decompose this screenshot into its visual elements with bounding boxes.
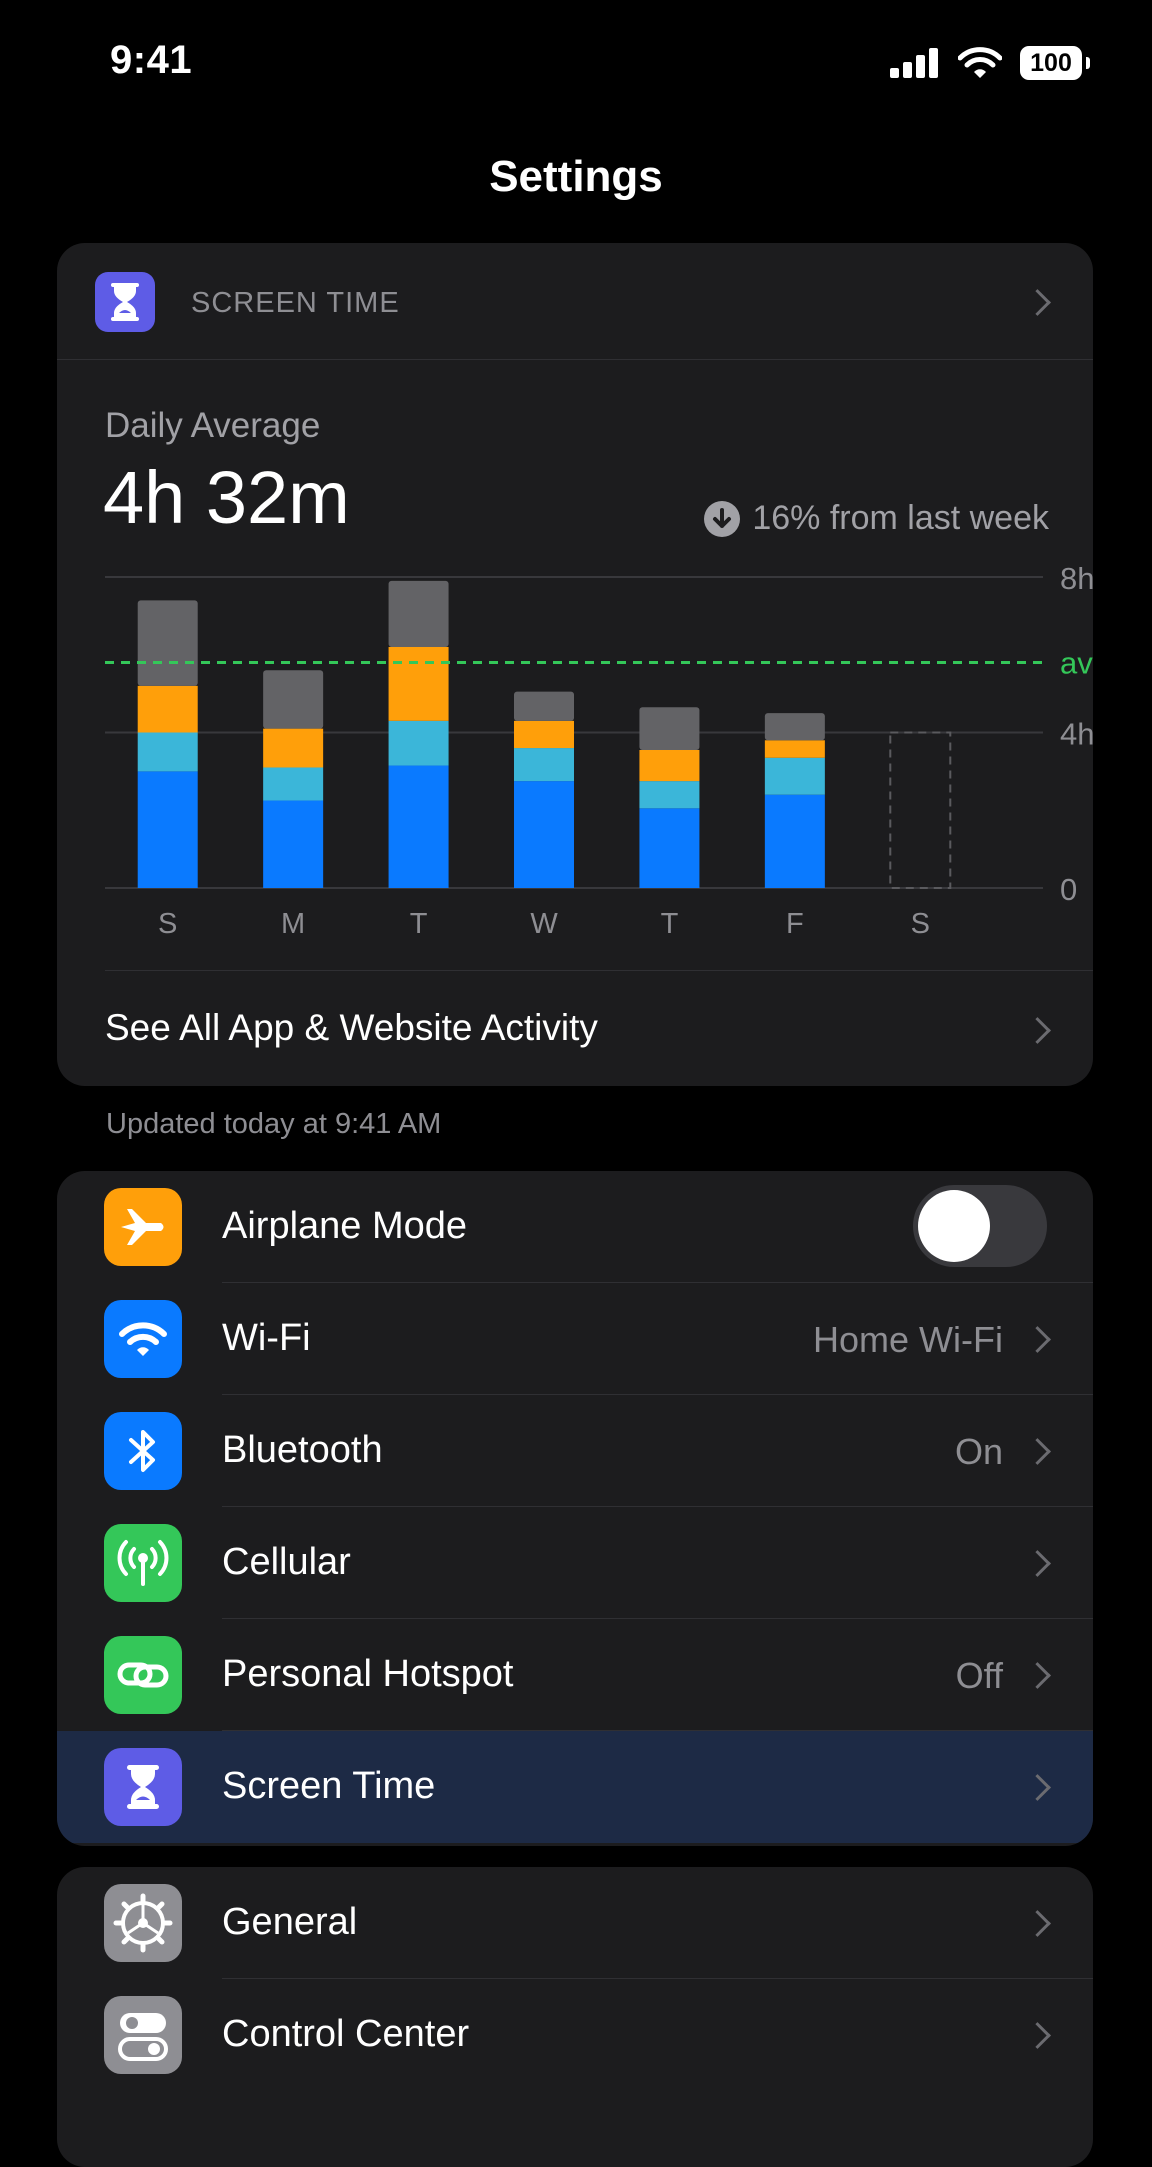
switches-icon: [104, 1996, 182, 2074]
settings-row-label: Cellular: [222, 1541, 351, 1583]
settings-row-screen-time[interactable]: Screen Time: [57, 1731, 1093, 1843]
gear-icon: [104, 1884, 182, 1962]
usage-chart: 0 4h 8h S M T W T F Savg: [105, 561, 1093, 940]
bar-segment: [639, 749, 700, 782]
status-bar: 9:41 100: [0, 0, 1152, 120]
settings-row-label: Personal Hotspot: [222, 1653, 514, 1695]
chevron-right-icon: [1024, 1662, 1051, 1689]
see-all-activity-label: See All App & Website Activity: [105, 1007, 598, 1048]
bar-segment: [137, 771, 198, 888]
settings-row-value: On: [954, 1431, 1003, 1472]
bar-segment: [514, 748, 574, 782]
bar-segment: [137, 685, 198, 733]
bar-segment: [388, 580, 449, 647]
chevron-right-icon: [1024, 1438, 1051, 1465]
hourglass-icon: [104, 1748, 182, 1826]
settings-group-connectivity: Airplane Mode Wi-Fi Home Wi-Fi Bluetooth On C…: [57, 1171, 1093, 1846]
bar-segment: [263, 767, 324, 801]
bar-segment: [639, 808, 700, 888]
bar-segment: [514, 781, 574, 888]
bar-segment: [263, 670, 324, 729]
bar-segment: [639, 781, 700, 809]
bar-segment: [263, 728, 324, 768]
page-title: Settings: [489, 152, 663, 201]
bar-segment: [137, 732, 198, 772]
x-tick-label: S: [911, 908, 930, 940]
settings-row-label: Wi-Fi: [222, 1317, 311, 1359]
hotspot-link-icon: [104, 1636, 182, 1714]
x-tick-label: T: [410, 908, 428, 940]
settings-row-cellular[interactable]: Cellular: [57, 1507, 1093, 1619]
average-label: avg: [1060, 646, 1093, 681]
x-tick-label: T: [661, 908, 679, 940]
bar-segment: [764, 740, 825, 758]
settings-row-control-center[interactable]: Control Center: [57, 1979, 1093, 2091]
updated-timestamp: Updated today at 9:41 AM: [106, 1108, 442, 1140]
settings-row-label: Screen Time: [222, 1765, 436, 1807]
toggle-knob: [918, 1190, 990, 1262]
battery-indicator: 100: [1020, 46, 1090, 80]
status-icons: 100: [890, 44, 1090, 82]
y-tick-label: 4h: [1060, 717, 1093, 752]
x-tick-label: M: [281, 908, 305, 940]
screen-time-card: SCREEN TIME Daily Average 4h 32m 16% fro…: [57, 243, 1093, 1086]
bar-segment: [764, 713, 825, 741]
chevron-right-icon: [1024, 1017, 1051, 1044]
signal-icon: [890, 48, 938, 78]
bar-segment: [514, 720, 574, 749]
see-all-activity-row[interactable]: See All App & Website Activity: [105, 970, 1093, 1086]
bar-segment: [514, 691, 574, 721]
chevron-right-icon: [1024, 2022, 1051, 2049]
settings-row-value: Off: [955, 1655, 1003, 1696]
settings-row-label: General: [222, 1901, 358, 1943]
x-tick-label: W: [530, 908, 558, 940]
y-tick-label: 8h: [1060, 561, 1093, 596]
settings-group-general: General Control Center: [57, 1867, 1093, 2167]
settings-row-bluetooth[interactable]: Bluetooth On: [57, 1395, 1093, 1507]
bar-segment: [764, 757, 825, 795]
bar-segment: [388, 646, 449, 721]
wifi-status-icon: [958, 47, 1002, 78]
chevron-right-icon: [1024, 1326, 1051, 1353]
bar-segment: [388, 720, 449, 766]
settings-row-label: Bluetooth: [222, 1429, 383, 1471]
airplane-mode-toggle[interactable]: [913, 1185, 1047, 1267]
bar-segment: [137, 600, 198, 686]
bar-segment: [764, 794, 825, 888]
settings-row-wi-fi[interactable]: Wi-Fi Home Wi-Fi: [57, 1283, 1093, 1395]
antenna-icon: [104, 1524, 182, 1602]
bar-segment: [263, 800, 324, 888]
x-tick-label: F: [786, 908, 804, 940]
bar-segment: [639, 707, 700, 750]
y-tick-label: 0: [1060, 872, 1077, 907]
x-tick-label: S: [158, 908, 177, 940]
status-time: 9:41: [110, 38, 193, 82]
bluetooth-icon: [104, 1412, 182, 1490]
settings-row-general[interactable]: General: [57, 1867, 1093, 1979]
settings-row-value: Home Wi-Fi: [813, 1319, 1003, 1360]
airplane-icon: [104, 1188, 182, 1266]
wifi-icon: [104, 1300, 182, 1378]
chevron-right-icon: [1024, 1550, 1051, 1577]
bar-segment: [388, 765, 449, 888]
bar-placeholder: [889, 731, 952, 889]
chevron-right-icon: [1024, 1774, 1051, 1801]
battery-level: 100: [1030, 48, 1072, 77]
settings-row-label: Airplane Mode: [222, 1205, 468, 1247]
settings-row-airplane-mode[interactable]: Airplane Mode: [57, 1171, 1093, 1283]
settings-row-label: Control Center: [222, 2013, 470, 2055]
chevron-right-icon: [1024, 1910, 1051, 1937]
settings-row-personal-hotspot[interactable]: Personal Hotspot Off: [57, 1619, 1093, 1731]
